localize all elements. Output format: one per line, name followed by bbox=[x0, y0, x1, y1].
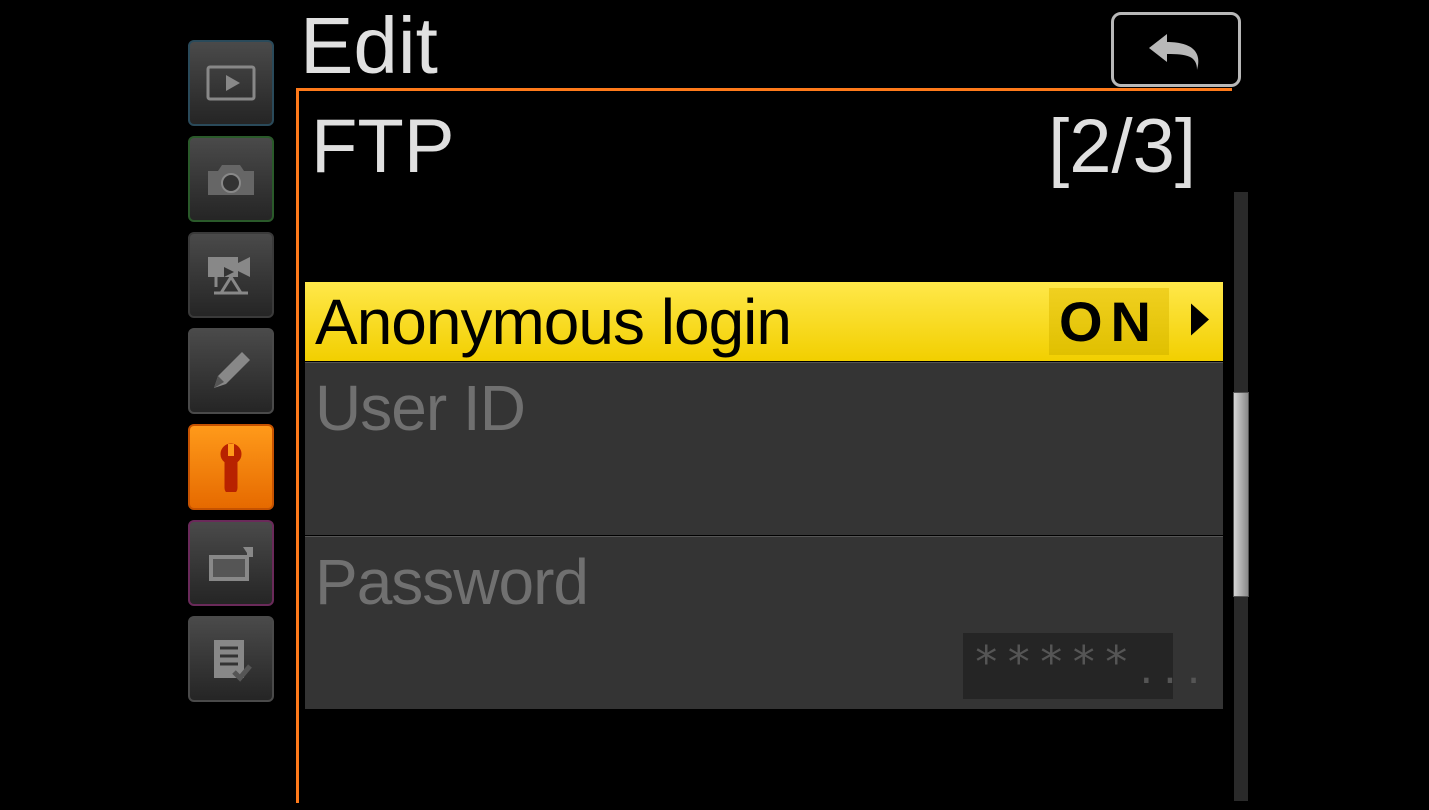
sidebar-item-setup[interactable] bbox=[188, 424, 274, 510]
scrollbar-track[interactable] bbox=[1234, 192, 1248, 801]
back-button[interactable] bbox=[1111, 12, 1241, 87]
menu-item-value: ON bbox=[1049, 288, 1169, 355]
content-panel: FTP [2/3] Anonymous login ON User ID Pas… bbox=[296, 88, 1232, 803]
page-indicator: [2/3] bbox=[1048, 103, 1196, 190]
sidebar-item-video[interactable] bbox=[188, 232, 274, 318]
playback-icon bbox=[206, 65, 256, 101]
menu-item-label: User ID bbox=[305, 363, 1223, 445]
menu-sidebar bbox=[188, 40, 274, 702]
video-icon bbox=[204, 253, 258, 297]
sidebar-item-retouch[interactable] bbox=[188, 520, 274, 606]
retouch-icon bbox=[205, 543, 257, 583]
mymenu-icon bbox=[208, 636, 254, 682]
page-title: Edit bbox=[300, 0, 438, 92]
sidebar-item-pencil[interactable] bbox=[188, 328, 274, 414]
sidebar-item-playback[interactable] bbox=[188, 40, 274, 126]
menu-item-user-id: User ID bbox=[305, 362, 1223, 536]
chevron-right-icon bbox=[1185, 299, 1213, 344]
back-icon bbox=[1141, 26, 1211, 74]
pencil-icon bbox=[208, 348, 254, 394]
sidebar-item-camera[interactable] bbox=[188, 136, 274, 222]
scrollbar-thumb[interactable] bbox=[1233, 392, 1249, 597]
menu-item-label: Anonymous login bbox=[305, 285, 791, 359]
menu-item-value: *****... bbox=[963, 633, 1173, 699]
section-title: FTP bbox=[311, 103, 455, 190]
menu-item-anonymous-login[interactable]: Anonymous login ON bbox=[305, 282, 1223, 362]
menu-list: Anonymous login ON User ID Password ****… bbox=[305, 282, 1223, 710]
menu-item-password: Password *****... bbox=[305, 536, 1223, 710]
wrench-icon bbox=[211, 442, 251, 492]
sidebar-item-mymenu[interactable] bbox=[188, 616, 274, 702]
camera-icon bbox=[204, 159, 258, 199]
menu-item-label: Password bbox=[305, 537, 1223, 619]
